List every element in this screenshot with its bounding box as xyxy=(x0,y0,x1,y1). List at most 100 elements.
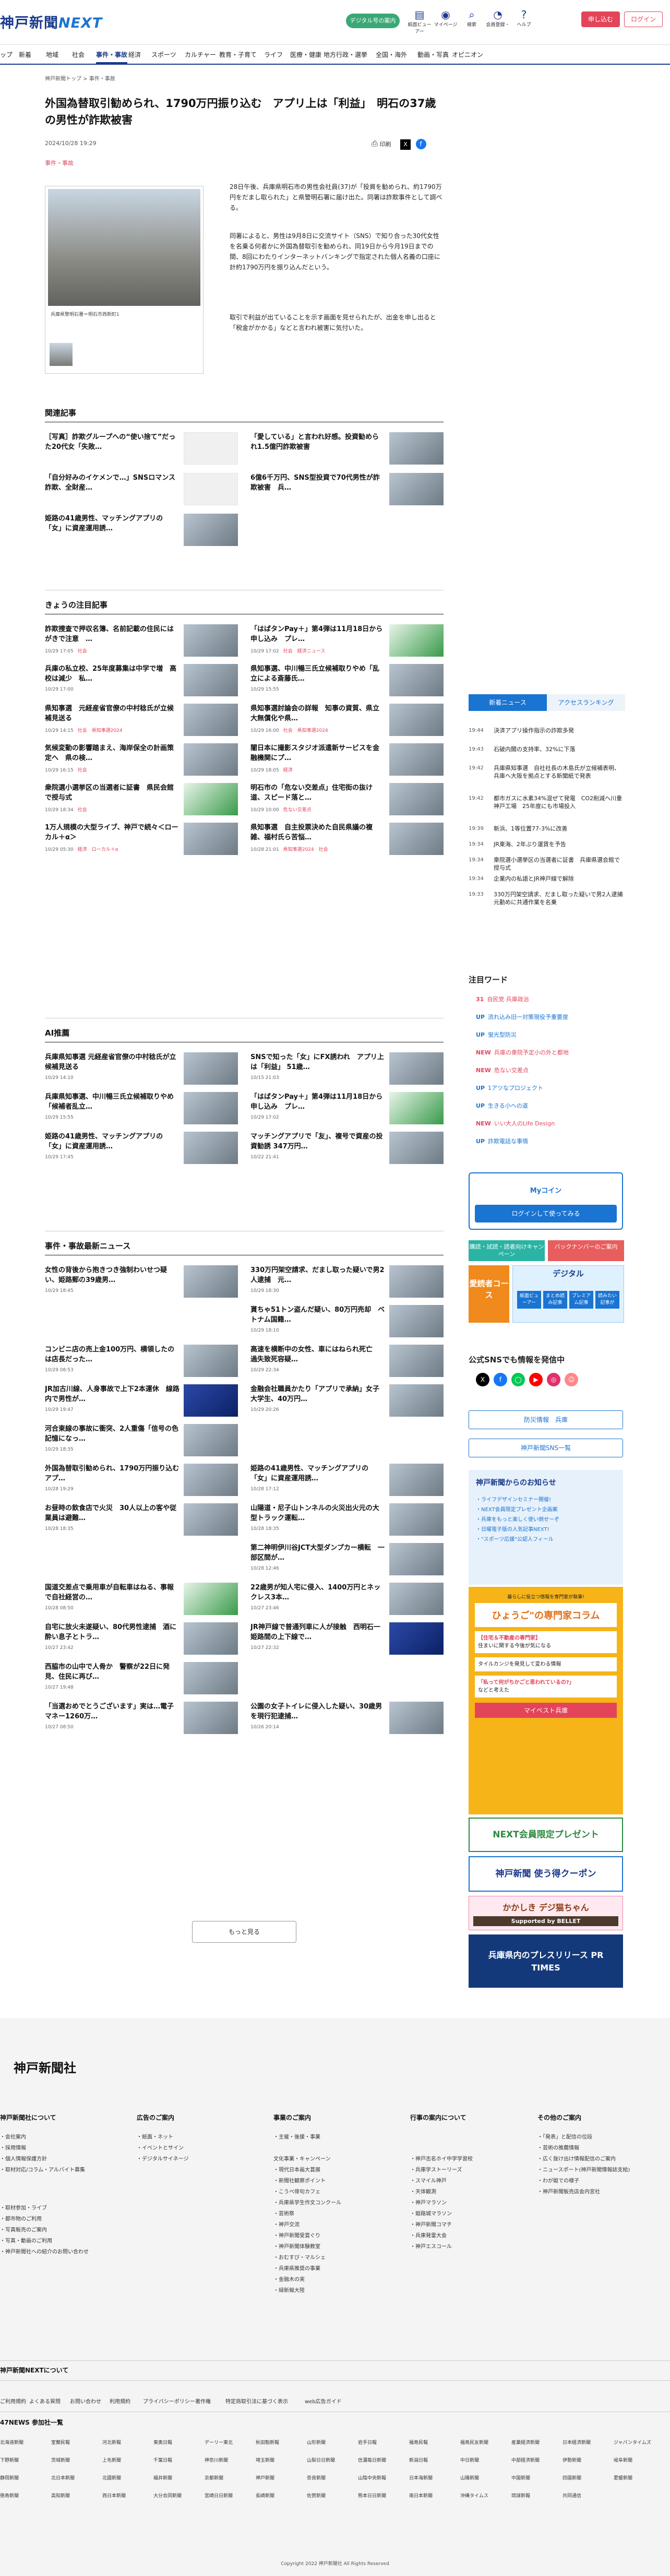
footer-bottom-link[interactable]: 利用規約 xyxy=(110,2397,130,2405)
header-icon-1[interactable]: ◉ マイページ xyxy=(433,8,458,28)
footer-link[interactable]: ・神戸志名ホイ中学学習校 xyxy=(410,2154,541,2165)
article-list-item[interactable]: 山陽道・尼子山トンネルの火災出火元の大型トラック運転… 10/28 18:35 xyxy=(250,1503,444,1536)
article-list-item[interactable]: 「愛している」と言われ好感。投資勧められ1.5億円詐欺被害 xyxy=(250,432,444,465)
paper-link[interactable]: 琉球新報 xyxy=(511,2492,530,2499)
mycoin-login-button[interactable]: ログインして使ってみる xyxy=(475,1205,617,1222)
footer-link[interactable]: ・おむすび・マルシェ xyxy=(273,2252,404,2263)
article-list-item[interactable]: 兵庫の私立校、25年度募集は中学で増 高校は減少 私… 10/29 17:00 xyxy=(45,664,238,696)
notice-item[interactable]: ・ライフデザインセミナー開催! xyxy=(476,1495,616,1505)
article-list-item[interactable]: 県知事選、中川暢三氏立候補取りやめ「乱立による斎藤氏… 10/29 15:55 xyxy=(250,664,444,696)
article-list-item[interactable]: 「はばタンPay＋」第4弾は11月18日から申し込み プレ… 10/29 17:0… xyxy=(250,1092,444,1124)
footer-link[interactable]: ・ニュースポート(神戸新聞情報誌支給) xyxy=(537,2165,668,2176)
article-list-item[interactable]: 「自分好みのイケメンで…」SNSロマンス詐欺、全財産… xyxy=(45,473,238,505)
nav-item-11[interactable]: 地方行政・選挙 xyxy=(324,50,367,59)
footer-link[interactable]: ・現代日本画大賞展 xyxy=(273,2165,404,2176)
footer-bottom-link[interactable]: お問い合わせ xyxy=(70,2397,101,2405)
article-list-item[interactable]: 衆院選小選挙区の当選者に証書 県民会館で授与式 10/29 18:34 社会 xyxy=(45,783,238,815)
paper-link[interactable]: デーリー東北 xyxy=(205,2439,233,2446)
paper-link[interactable]: 産業経済新聞 xyxy=(511,2439,540,2446)
paper-link[interactable]: 高知新聞 xyxy=(51,2492,70,2499)
paper-link[interactable]: 北國新聞 xyxy=(102,2474,121,2481)
article-list-item[interactable]: 女性の背後から抱きつき強制わいせつ疑い、姫路郵の39歳男… 10/29 18:45 xyxy=(45,1265,238,1298)
paper-link[interactable]: 上毛新聞 xyxy=(102,2456,121,2463)
footer-link[interactable]: ・芸術祭 xyxy=(273,2209,404,2219)
paper-link[interactable]: 南日本新聞 xyxy=(409,2492,433,2499)
footer-link[interactable]: ・写真販売のご案内 xyxy=(0,2225,130,2236)
footer-link[interactable] xyxy=(273,2143,404,2154)
footer-link[interactable]: ・兵庫県学生作文コンクール xyxy=(273,2198,404,2209)
article-list-item[interactable]: ［写真］詐欺グループへの“使い捨て”だった20代女「失敗… xyxy=(45,432,238,465)
paper-link[interactable]: 長崎新聞 xyxy=(256,2492,274,2499)
keyword-item[interactable]: UP 詐欺電話な事情 xyxy=(476,1137,528,1145)
header-icon-4[interactable]: ? ヘルプ xyxy=(511,8,536,28)
paper-link[interactable]: 山形新聞 xyxy=(307,2439,326,2446)
article-photo[interactable] xyxy=(48,189,200,306)
site-logo[interactable]: 神戸新聞NEXT xyxy=(0,11,102,32)
article-list-item[interactable]: JR神戸線で普通列車に人が接触 西明石一姫路間の上下線で… 10/27 22:32 xyxy=(250,1622,444,1655)
footer-link[interactable] xyxy=(410,2143,541,2154)
paper-link[interactable]: 福島民報 xyxy=(409,2439,428,2446)
footer-link[interactable]: ・神戸エスコール xyxy=(410,2241,541,2252)
notice-item[interactable]: ・兵庫をもっと楽しく使い倒せーぞ xyxy=(476,1515,616,1525)
nav-item-1[interactable]: 新着 xyxy=(19,50,31,59)
article-list-item[interactable]: 河合東線の事故に衝突、2人重傷「信号の色記憶になっ… 10/29 18:35 xyxy=(45,1424,238,1456)
paper-link[interactable]: 下野新聞 xyxy=(0,2456,19,2463)
kakashi-banner[interactable]: かかしき デジ猫ちゃん Supported by BELLET xyxy=(469,1896,623,1930)
keyword-item[interactable]: UP 蛍光型防災 xyxy=(476,1030,517,1039)
paper-link[interactable]: 愛媛新聞 xyxy=(614,2474,632,2481)
footer-link[interactable]: ・金融木の実 xyxy=(273,2274,404,2285)
article-list-item[interactable]: 330万円架空請求、だまし取った疑いで男2人逮捕 元… 10/29 18:30 xyxy=(250,1265,444,1298)
footer-link[interactable]: ・神戸新聞体験教室 xyxy=(273,2241,404,2252)
footer-link[interactable]: ・会社案内 xyxy=(0,2132,130,2143)
paper-link[interactable]: 静岡新聞 xyxy=(0,2474,19,2481)
article-list-item[interactable]: 「はばタンPay＋」第4弾は11月18日から申し込み プレ… 10/29 17:0… xyxy=(250,624,444,657)
paper-link[interactable]: 徳島新聞 xyxy=(0,2492,19,2499)
header-icon-0[interactable]: ▤ 紙面ビューアー xyxy=(407,8,432,34)
paper-link[interactable]: 秋田魁新報 xyxy=(256,2439,279,2446)
nav-item-2[interactable]: 地域 xyxy=(46,50,58,59)
paper-link[interactable]: 千葉日報 xyxy=(153,2456,172,2463)
paper-link[interactable]: 中部経済新聞 xyxy=(511,2456,540,2463)
paper-link[interactable]: 伊勢新聞 xyxy=(563,2456,581,2463)
article-list-item[interactable]: 6億6千万円、SNS型投資で70代男性が詐欺被害 兵… xyxy=(250,473,444,505)
more-button[interactable]: もっと見る xyxy=(192,1921,296,1943)
article-list-item[interactable]: 高速を横断中の女性、車にはねられ死亡 過失致死容疑… 10/29 22:34 xyxy=(250,1345,444,1377)
photo-thumbnail[interactable] xyxy=(50,343,73,366)
footer-link[interactable]: ・兵庫発雷大会 xyxy=(410,2230,541,2241)
article-list-item[interactable]: 闇日本に撮影スタジオ派遣新サービスを金融機関にプ… 10/29 18:05 経済 xyxy=(250,743,444,776)
footer-link[interactable]: ・緑新報大陸 xyxy=(273,2285,404,2296)
article-list-item[interactable]: 国道交差点で乗用車が自転車はねる、事報で自社経営の… 10/28 08:50 xyxy=(45,1583,238,1615)
sns-list-button[interactable]: 神戸新聞SNS一覧 xyxy=(469,1439,623,1457)
paper-link[interactable]: 山陽新聞 xyxy=(460,2474,479,2481)
disaster-info-button[interactable]: 防災情報 兵庫 xyxy=(469,1410,623,1429)
sns-icon-2[interactable]: ◯ xyxy=(511,1373,525,1386)
nav-item-5[interactable]: 経済 xyxy=(128,50,141,59)
article-list-item[interactable]: 西脇市の山中で人骨か 警察が22日に発見、住民に再び… 10/27 19:48 xyxy=(45,1662,238,1694)
article-list-item[interactable]: 金融会社職員かたり「アプリで承納」女子大学生、40万円… 10/29 20:26 xyxy=(250,1384,444,1417)
sns-icon-3[interactable]: ▶ xyxy=(529,1373,543,1386)
footer-link[interactable]: ・兵庫学ストーリーズ xyxy=(410,2165,541,2176)
article-list-item[interactable]: お昼時の飲食店で火災 30人以上の客や従業員は避難… 10/28 18:35 xyxy=(45,1503,238,1536)
coupon-banner[interactable]: 神戸新聞 使う得クーポン xyxy=(469,1856,623,1892)
notice-item[interactable]: ・日曜電子版の人気記事NEXT! xyxy=(476,1525,616,1535)
keyword-item[interactable]: NEW 兵庫の衆院予定小の外と都地 xyxy=(476,1048,569,1056)
article-list-item[interactable]: 県知事選 元経産省官僚の中村稔氏が立候補見送る 10/29 14:15 社会 県知事… xyxy=(45,704,238,736)
footer-link[interactable]: ・採用情報 xyxy=(0,2143,130,2154)
article-list-item[interactable]: JR加古川線、人身事故で上下2本運休 線路内で男性が… 10/29 19:47 xyxy=(45,1384,238,1417)
footer-link[interactable]: ・都市物のご利用 xyxy=(0,2214,130,2225)
paper-link[interactable]: 福島民友新聞 xyxy=(460,2439,488,2446)
paper-link[interactable]: 山陰中央新報 xyxy=(358,2474,386,2481)
footer-bottom-link[interactable]: プライバシーポリシー xyxy=(143,2397,195,2405)
paper-link[interactable]: ジャパンタイムズ xyxy=(614,2439,651,2446)
paper-link[interactable]: 埼玉新聞 xyxy=(256,2456,274,2463)
paper-link[interactable]: 西日本新聞 xyxy=(102,2492,126,2499)
article-list-item[interactable]: 気候変動の影響踏まえ、海岸保全の計画策定へ 県の検… 10/29 16:15 社会 xyxy=(45,743,238,776)
paper-link[interactable]: 四国新聞 xyxy=(563,2474,581,2481)
article-list-item[interactable]: 公園の女子トイレに侵入した疑い、30歳男を現行犯逮捕… 10/26 20:14 xyxy=(250,1702,444,1734)
article-list-item[interactable]: マッチングアプリで「友」、複号で資産の投資勧誘 347万円… 10/22 21:4… xyxy=(250,1132,444,1164)
footer-link[interactable]: ・姫路城マラソン xyxy=(410,2209,541,2219)
paper-link[interactable]: 河北新報 xyxy=(102,2439,121,2446)
column-button[interactable]: マイベスト兵庫 xyxy=(475,1703,617,1718)
footer-link[interactable]: ・天体観測 xyxy=(410,2187,541,2198)
article-list-item[interactable]: SNSで知った「女」にFX誘われ アプリ上は「利益」 51歳… 10/15 21:… xyxy=(250,1052,444,1085)
